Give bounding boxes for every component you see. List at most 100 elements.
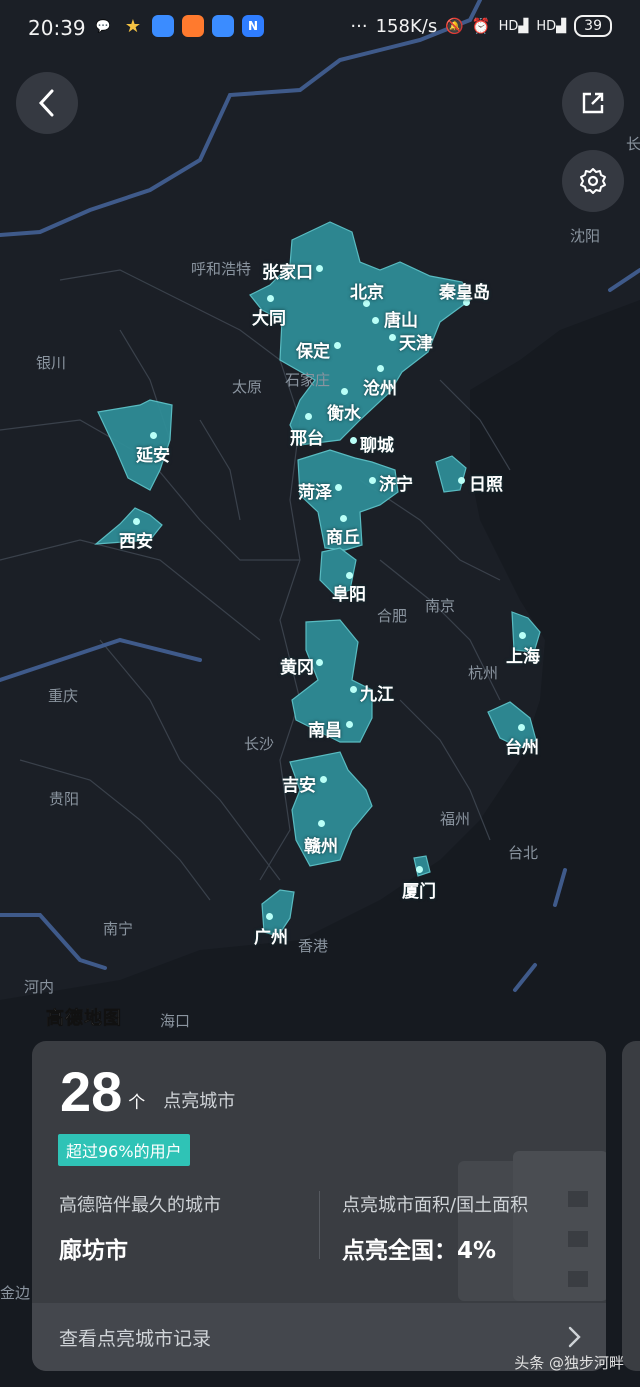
network-speed: 158K/s [375, 15, 438, 37]
city-label-jining[interactable]: 济宁 [379, 470, 413, 495]
map-label: 贵阳 [49, 790, 80, 808]
city-label-datong[interactable]: 大同 [252, 304, 286, 329]
chevron-right-icon [568, 1326, 581, 1348]
longest-city-value: 廊坊市 [59, 1238, 128, 1264]
city-dot [266, 913, 273, 920]
city-label-guangzhou[interactable]: 广州 [254, 923, 288, 948]
gear-icon [580, 168, 606, 194]
city-count-row: 28 个 点亮城市 [60, 1061, 235, 1123]
city-label-cangzhou[interactable]: 沧州 [363, 374, 397, 399]
city-label-zhangjiakou[interactable]: 张家口 [262, 258, 313, 283]
city-label-baoding[interactable]: 保定 [296, 337, 330, 362]
next-card-edge[interactable] [622, 1041, 640, 1371]
city-dot [316, 265, 323, 272]
city-label-yanan[interactable]: 延安 [136, 441, 170, 466]
settings-button[interactable] [562, 150, 624, 212]
city-label-tangshan[interactable]: 唐山 [384, 306, 418, 331]
city-count: 28 [60, 1060, 123, 1123]
status-right: ··· 158K/s 🔕 ⏰ HD▟ HD▟ 39 [350, 15, 612, 37]
city-dot [458, 477, 465, 484]
city-count-unit: 个 [128, 1093, 146, 1113]
city-dot [346, 721, 353, 728]
watermark: 头条 @独步河畔 [514, 1354, 624, 1372]
city-dot [416, 866, 423, 873]
map-label: 河内 [24, 978, 55, 996]
share-icon [582, 92, 604, 114]
city-label-beijing[interactable]: 北京 [350, 278, 384, 303]
app-icon [212, 15, 234, 37]
city-dot [372, 317, 379, 324]
status-bar: 20:39 💬 ★ N ··· 158K/s 🔕 ⏰ HD▟ HD▟ 39 [0, 0, 640, 58]
city-dot [334, 342, 341, 349]
city-dot [305, 413, 312, 420]
city-label-rizhao[interactable]: 日照 [469, 470, 503, 495]
more-dots-icon: ··· [350, 15, 368, 37]
city-label-xingtai[interactable]: 邢台 [290, 424, 324, 449]
notification-icons: 💬 ★ N [92, 15, 264, 37]
map-label: 长沙 [244, 735, 275, 753]
city-label-xiamen[interactable]: 厦门 [402, 877, 436, 902]
map-label: 杭州 [468, 664, 499, 682]
map-label: 呼和浩特 [191, 260, 252, 278]
share-button[interactable] [562, 72, 624, 134]
city-label-fuyang[interactable]: 阜阳 [332, 580, 366, 605]
city-label-xian[interactable]: 西安 [119, 527, 153, 552]
area-ratio-title: 点亮城市面积/国土面积 [342, 1195, 529, 1216]
city-label-heze[interactable]: 菏泽 [298, 478, 332, 503]
map-label: 南京 [425, 597, 456, 615]
city-dot [340, 515, 347, 522]
back-button[interactable] [16, 72, 78, 134]
city-dot [389, 334, 396, 341]
city-label-tianjin[interactable]: 天津 [399, 329, 433, 354]
percentile-badge: 超过96%的用户 [58, 1134, 190, 1166]
city-dot [150, 432, 157, 439]
city-label-huanggang[interactable]: 黄冈 [280, 653, 314, 678]
city-dot [350, 686, 357, 693]
wechat-icon: 💬 [95, 19, 111, 33]
map-label: 石家庄 [285, 371, 331, 389]
city-dot [346, 572, 353, 579]
city-count-label: 点亮城市 [163, 1091, 236, 1112]
city-label-shangqiu[interactable]: 商丘 [326, 523, 360, 548]
city-dot [335, 484, 342, 491]
city-label-liaocheng[interactable]: 聊城 [360, 431, 394, 456]
area-ratio-stat: 点亮城市面积/国土面积 点亮全国：4% [342, 1191, 528, 1265]
mute-icon: 🔕 [445, 17, 464, 35]
app-icon [152, 15, 174, 37]
city-dot [377, 365, 384, 372]
city-label-qinhuangdao[interactable]: 秦皇岛 [439, 278, 490, 303]
city-dot [518, 724, 525, 731]
longest-city-title: 高德陪伴最久的城市 [59, 1195, 221, 1216]
map-label: 海口 [160, 1012, 191, 1030]
map-label: 银川 [36, 354, 67, 372]
signal-icon: HD▟ [498, 18, 529, 34]
city-label-hengshui[interactable]: 衡水 [327, 399, 361, 424]
city-dot [133, 518, 140, 525]
city-dot [316, 659, 323, 666]
map-label: 沈阳 [570, 227, 601, 245]
city-dot [341, 388, 348, 395]
city-label-jian[interactable]: 吉安 [282, 771, 316, 796]
city-dot [320, 776, 327, 783]
city-dot [350, 437, 357, 444]
city-label-shanghai[interactable]: 上海 [506, 642, 540, 667]
view-records-label: 查看点亮城市记录 [59, 1327, 212, 1350]
city-label-taizhou[interactable]: 台州 [505, 733, 539, 758]
n-app-icon: N [242, 15, 264, 37]
map-label: 南宁 [103, 920, 134, 938]
city-label-nanchang[interactable]: 南昌 [308, 716, 342, 741]
chevron-left-icon [38, 89, 54, 117]
status-time: 20:39 [28, 16, 86, 40]
app-icon [182, 15, 204, 37]
city-dot [519, 632, 526, 639]
stat-divider [319, 1191, 320, 1259]
battery-icon: 39 [574, 15, 612, 37]
signal-icon: HD▟ [536, 18, 567, 34]
lit-cities-card: 28 个 点亮城市 超过96%的用户 高德陪伴最久的城市 廊坊市 点亮城市面积/… [32, 1041, 606, 1371]
city-dot [267, 295, 274, 302]
map-label: 长 [626, 135, 640, 153]
alarm-icon: ⏰ [471, 17, 491, 35]
city-dot [369, 477, 376, 484]
city-label-jiujiang[interactable]: 九江 [360, 680, 394, 705]
city-label-ganzhou[interactable]: 赣州 [304, 832, 338, 857]
